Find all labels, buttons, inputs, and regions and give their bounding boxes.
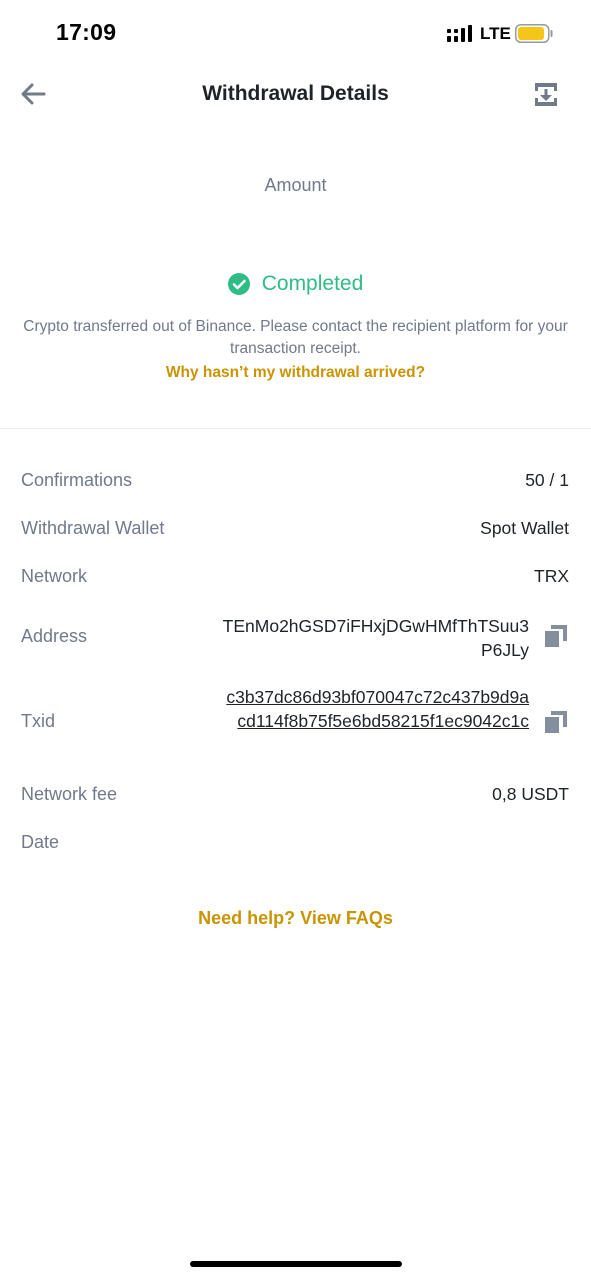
- network-label: Network: [21, 566, 88, 586]
- confirmations-row: Confirmations 50 / 1: [21, 470, 569, 494]
- divider: [0, 428, 591, 429]
- wallet-label: Withdrawal Wallet: [21, 518, 165, 538]
- txid-label: Txid: [21, 711, 56, 731]
- fee-value: 0,8 USDT: [492, 784, 569, 804]
- copy-icon[interactable]: [545, 625, 567, 647]
- status-time: 17:09: [56, 19, 117, 45]
- signal-bars-icon: [447, 25, 472, 42]
- fee-row: Network fee 0,8 USDT: [21, 784, 569, 808]
- header: Withdrawal Details: [0, 70, 591, 120]
- txid-row: Txid c3b37dc86d93bf070047c72c437b9d9acd1…: [21, 685, 569, 761]
- date-row: Date: [21, 832, 569, 856]
- status-description: Crypto transferred out of Binance. Pleas…: [23, 318, 568, 357]
- faq-link[interactable]: Need help? View FAQs: [0, 908, 591, 929]
- status-text: Completed: [261, 272, 364, 295]
- status-bar: 17:09 LTE: [0, 0, 591, 64]
- page-title: Withdrawal Details: [202, 82, 389, 105]
- copy-icon[interactable]: [545, 711, 567, 733]
- withdrawal-help-link[interactable]: Why hasn’t my withdrawal arrived?: [0, 364, 591, 382]
- download-button[interactable]: [530, 78, 564, 112]
- address-value: TEnMo2hGSD7iFHxjDGwHMfThTSuu3P6JLy: [222, 616, 529, 660]
- confirmations-value: 50 / 1: [525, 470, 569, 490]
- date-label: Date: [21, 832, 60, 852]
- network-row: Network TRX: [21, 566, 569, 590]
- address-label: Address: [21, 626, 88, 646]
- status-row: Completed: [0, 272, 591, 302]
- download-icon: [535, 83, 557, 106]
- address-row: Address TEnMo2hGSD7iFHxjDGwHMfThTSuu3P6J…: [21, 612, 569, 664]
- home-indicator: [190, 1261, 402, 1267]
- network-type: LTE: [480, 24, 511, 43]
- wallet-row: Withdrawal Wallet Spot Wallet: [21, 518, 569, 542]
- amount-label: Amount: [264, 175, 327, 195]
- confirmations-label: Confirmations: [21, 470, 133, 490]
- check-circle-icon: [227, 273, 250, 295]
- fee-label: Network fee: [21, 784, 118, 804]
- txid-link[interactable]: c3b37dc86d93bf070047c72c437b9d9acd114f8b…: [219, 685, 529, 733]
- battery-icon: [515, 24, 553, 43]
- wallet-value: Spot Wallet: [480, 518, 569, 538]
- network-value: TRX: [534, 566, 569, 586]
